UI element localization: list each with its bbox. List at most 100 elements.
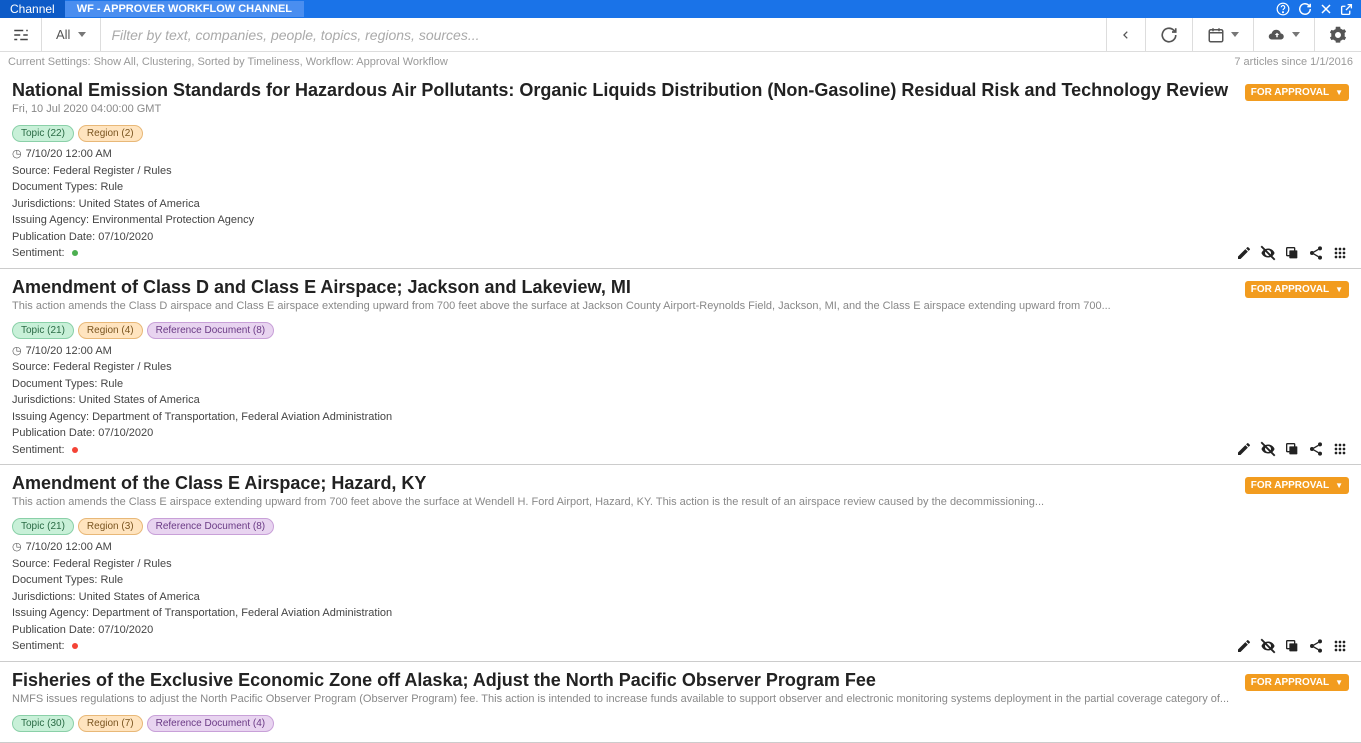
topic-badge[interactable]: Topic (21) xyxy=(12,518,74,535)
agency-line: Issuing Agency: Environmental Protection… xyxy=(12,212,1349,229)
article-row: Fisheries of the Exclusive Economic Zone… xyxy=(0,662,1361,743)
region-badge[interactable]: Region (2) xyxy=(78,125,143,142)
for-approval-button[interactable]: FOR APPROVAL ▼ xyxy=(1245,281,1349,298)
doctype-line: Document Types: Rule xyxy=(12,376,1349,393)
for-approval-label: FOR APPROVAL xyxy=(1251,480,1329,491)
hide-icon[interactable] xyxy=(1259,440,1277,458)
calendar-dropdown[interactable] xyxy=(1192,18,1253,51)
sentiment-line: Sentiment: xyxy=(12,245,1349,262)
all-dropdown[interactable]: All xyxy=(42,18,101,51)
channel-name: WF - APPROVER WORKFLOW CHANNEL xyxy=(65,1,304,17)
article-subtitle: This action amends the Class E airspace … xyxy=(12,496,1245,508)
for-approval-label: FOR APPROVAL xyxy=(1251,677,1329,688)
region-badge[interactable]: Region (7) xyxy=(78,715,143,732)
edit-icon[interactable] xyxy=(1235,244,1253,262)
refdoc-badge[interactable]: Reference Document (8) xyxy=(147,518,275,535)
more-icon[interactable] xyxy=(1331,440,1349,458)
settings-row: Current Settings: Show All, Clustering, … xyxy=(0,52,1361,72)
more-icon[interactable] xyxy=(1331,637,1349,655)
refdoc-badge[interactable]: Reference Document (4) xyxy=(147,715,275,732)
help-icon[interactable] xyxy=(1276,2,1290,16)
edit-icon[interactable] xyxy=(1235,637,1253,655)
copy-icon[interactable] xyxy=(1283,440,1301,458)
region-badge[interactable]: Region (3) xyxy=(78,518,143,535)
topic-badge[interactable]: Topic (30) xyxy=(12,715,74,732)
all-dropdown-label: All xyxy=(56,27,70,42)
sentiment-dot xyxy=(72,643,78,649)
chevron-down-icon xyxy=(78,32,86,37)
top-bar: Channel WF - APPROVER WORKFLOW CHANNEL xyxy=(0,0,1361,18)
row-actions xyxy=(1235,244,1349,262)
article-row: Amendment of Class D and Class E Airspac… xyxy=(0,269,1361,466)
article-row: National Emission Standards for Hazardou… xyxy=(0,72,1361,269)
timestamp: 7/10/20 12:00 AM xyxy=(12,146,1349,163)
filter-right-controls xyxy=(1106,18,1361,51)
search-input[interactable] xyxy=(101,27,1106,43)
for-approval-button[interactable]: FOR APPROVAL ▼ xyxy=(1245,674,1349,691)
article-title[interactable]: National Emission Standards for Hazardou… xyxy=(12,80,1245,101)
filter-tune-button[interactable] xyxy=(0,18,42,51)
reload-button[interactable] xyxy=(1145,18,1192,51)
sentiment-line: Sentiment: xyxy=(12,442,1349,459)
sentiment-dot xyxy=(72,250,78,256)
current-settings-text: Current Settings: Show All, Clustering, … xyxy=(8,56,448,68)
share-icon[interactable] xyxy=(1307,244,1325,262)
jurisdiction-line: Jurisdictions: United States of America xyxy=(12,392,1349,409)
back-button[interactable] xyxy=(1106,18,1145,51)
upload-dropdown[interactable] xyxy=(1253,18,1314,51)
close-icon[interactable] xyxy=(1320,3,1332,15)
share-icon[interactable] xyxy=(1307,440,1325,458)
refdoc-badge[interactable]: Reference Document (8) xyxy=(147,322,275,339)
row-actions xyxy=(1235,440,1349,458)
article-row: Amendment of the Class E Airspace; Hazar… xyxy=(0,465,1361,662)
badges-row: Topic (21) Region (3) Reference Document… xyxy=(12,518,1349,535)
timestamp: 7/10/20 12:00 AM xyxy=(12,343,1349,360)
article-title[interactable]: Fisheries of the Exclusive Economic Zone… xyxy=(12,670,1245,691)
agency-line: Issuing Agency: Department of Transporta… xyxy=(12,409,1349,426)
share-icon[interactable] xyxy=(1307,637,1325,655)
chevron-down-icon xyxy=(1231,32,1239,37)
pubdate-line: Publication Date: 07/10/2020 xyxy=(12,425,1349,442)
gear-button[interactable] xyxy=(1314,18,1361,51)
for-approval-label: FOR APPROVAL xyxy=(1251,87,1329,98)
source-line: Source: Federal Register / Rules xyxy=(12,556,1349,573)
filter-bar: All xyxy=(0,18,1361,52)
badges-row: Topic (21) Region (4) Reference Document… xyxy=(12,322,1349,339)
agency-line: Issuing Agency: Department of Transporta… xyxy=(12,605,1349,622)
chevron-down-icon: ▼ xyxy=(1335,285,1343,294)
search-container xyxy=(101,18,1106,51)
popout-icon[interactable] xyxy=(1340,3,1353,16)
article-meta: 7/10/20 12:00 AM Source: Federal Registe… xyxy=(12,343,1349,459)
hide-icon[interactable] xyxy=(1259,244,1277,262)
pubdate-line: Publication Date: 07/10/2020 xyxy=(12,229,1349,246)
sentiment-dot xyxy=(72,447,78,453)
jurisdiction-line: Jurisdictions: United States of America xyxy=(12,589,1349,606)
doctype-line: Document Types: Rule xyxy=(12,179,1349,196)
article-meta: 7/10/20 12:00 AM Source: Federal Registe… xyxy=(12,539,1349,655)
row-actions xyxy=(1235,637,1349,655)
copy-icon[interactable] xyxy=(1283,244,1301,262)
copy-icon[interactable] xyxy=(1283,637,1301,655)
timestamp: 7/10/20 12:00 AM xyxy=(12,539,1349,556)
more-icon[interactable] xyxy=(1331,244,1349,262)
doctype-line: Document Types: Rule xyxy=(12,572,1349,589)
article-title[interactable]: Amendment of the Class E Airspace; Hazar… xyxy=(12,473,1245,494)
edit-icon[interactable] xyxy=(1235,440,1253,458)
chevron-down-icon: ▼ xyxy=(1335,678,1343,687)
for-approval-button[interactable]: FOR APPROVAL ▼ xyxy=(1245,477,1349,494)
article-subtitle: Fri, 10 Jul 2020 04:00:00 GMT xyxy=(12,103,1245,115)
chevron-down-icon: ▼ xyxy=(1335,88,1343,97)
article-title[interactable]: Amendment of Class D and Class E Airspac… xyxy=(12,277,1245,298)
topic-badge[interactable]: Topic (22) xyxy=(12,125,74,142)
refresh-icon[interactable] xyxy=(1298,2,1312,16)
for-approval-button[interactable]: FOR APPROVAL ▼ xyxy=(1245,84,1349,101)
pubdate-line: Publication Date: 07/10/2020 xyxy=(12,622,1349,639)
topic-badge[interactable]: Topic (21) xyxy=(12,322,74,339)
for-approval-label: FOR APPROVAL xyxy=(1251,284,1329,295)
region-badge[interactable]: Region (4) xyxy=(78,322,143,339)
hide-icon[interactable] xyxy=(1259,637,1277,655)
badges-row: Topic (22) Region (2) xyxy=(12,125,1349,142)
source-line: Source: Federal Register / Rules xyxy=(12,163,1349,180)
channel-label: Channel xyxy=(0,0,65,18)
jurisdiction-line: Jurisdictions: United States of America xyxy=(12,196,1349,213)
